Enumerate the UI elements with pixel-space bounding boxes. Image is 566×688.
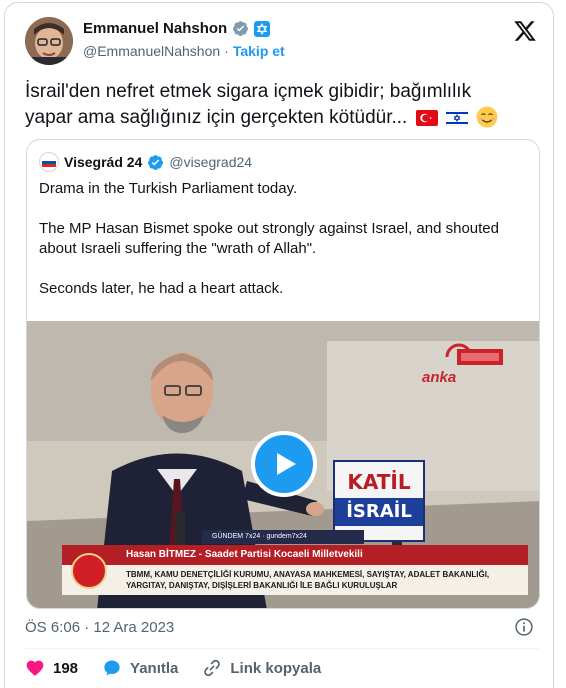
heart-icon — [26, 660, 44, 676]
author-name-row: Emmanuel Nahshon — [83, 20, 271, 37]
protest-sign-line-2: İSRAİL — [335, 498, 423, 526]
author-avatar[interactable] — [25, 17, 73, 65]
like-button[interactable]: 198 — [25, 658, 78, 678]
protest-sign-line-1: KATİL — [347, 470, 411, 494]
quoted-tweet-text: Drama in the Turkish Parliament today. T… — [39, 179, 529, 319]
parliament-seal-icon — [71, 553, 107, 589]
channel-logo — [445, 343, 503, 365]
copy-link-label: Link kopyala — [230, 659, 322, 677]
tweet-timestamp[interactable]: ÖS 6:06 · 12 Ara 2023 — [25, 619, 174, 636]
broadcast-tag: GÜNDEM 7x24 · gundem7x24 — [202, 530, 364, 544]
lower-third-topic-line-2: YARGITAY, DANIŞTAY, DIŞİŞLERİ BAKANLIĞI … — [126, 581, 398, 590]
author-display-name[interactable]: Emmanuel Nahshon — [83, 20, 227, 37]
divider — [25, 648, 539, 649]
quoted-author-name: Visegrád 24 — [64, 154, 143, 170]
author-handle-row: @EmmanuelNahshon · Takip et — [83, 43, 285, 59]
follow-button[interactable]: Takip et — [233, 43, 285, 59]
play-icon — [277, 453, 296, 475]
info-icon[interactable] — [514, 617, 534, 637]
tweet-card: Emmanuel Nahshon @EmmanuelNahshon · Taki… — [4, 2, 554, 688]
tweet-text-line-1: İsrail'den nefret etmek sigara içmek gib… — [25, 81, 472, 102]
verified-badge-icon — [148, 154, 164, 170]
x-logo-icon[interactable] — [513, 19, 537, 43]
tweet-text-line-2: yapar ama sağlığınız için gerçekten kötü… — [25, 107, 408, 128]
link-icon — [204, 659, 221, 677]
author-handle[interactable]: @EmmanuelNahshon — [83, 43, 220, 59]
israel-flag-icon — [445, 110, 468, 126]
quoted-author-handle: @visegrad24 — [169, 154, 253, 170]
quoted-tweet-header: Visegrád 24 @visegrad24 — [39, 152, 252, 172]
turkey-flag-icon — [415, 110, 438, 126]
channel-watermark: anka — [422, 369, 457, 386]
reply-button[interactable]: Yanıtla — [102, 658, 178, 678]
quoted-author-avatar — [39, 152, 59, 172]
video-player[interactable]: anka KATİL İSRAİL GÜNDEM 7x24 · gundem7x… — [27, 321, 539, 608]
quoted-tweet[interactable]: Visegrád 24 @visegrad24 Drama in the Tur… — [26, 139, 540, 609]
lower-third-name: Hasan BİTMEZ - Saadet Partisi Kocaeli Mi… — [62, 545, 528, 565]
handle-separator: · — [224, 43, 229, 59]
lower-third-topic-line-1: TBMM, KAMU DENETÇİLİĞİ KURUMU, ANAYASA M… — [126, 570, 490, 579]
tweet-actions: 198 Yanıtla Link kopyala — [25, 658, 321, 678]
reply-label: Yanıtla — [130, 659, 179, 677]
tweet-text: İsrail'den nefret etmek sigara içmek gib… — [25, 79, 545, 131]
lower-third-topic: TBMM, KAMU DENETÇİLİĞİ KURUMU, ANAYASA M… — [62, 565, 528, 595]
like-count: 198 — [53, 659, 79, 677]
quoted-paragraph: Drama in the Turkish Parliament today. — [39, 180, 298, 197]
play-button[interactable] — [251, 431, 317, 497]
verified-badge-icon — [233, 21, 249, 36]
quoted-paragraph: Seconds later, he had a heart attack. — [39, 280, 284, 297]
affiliation-badge-icon[interactable] — [254, 20, 271, 37]
copy-link-button[interactable]: Link kopyala — [202, 658, 321, 678]
reply-icon — [104, 660, 120, 676]
quoted-paragraph: The MP Hasan Bismet spoke out strongly a… — [39, 220, 499, 257]
smiling-face-emoji-icon — [476, 106, 498, 128]
